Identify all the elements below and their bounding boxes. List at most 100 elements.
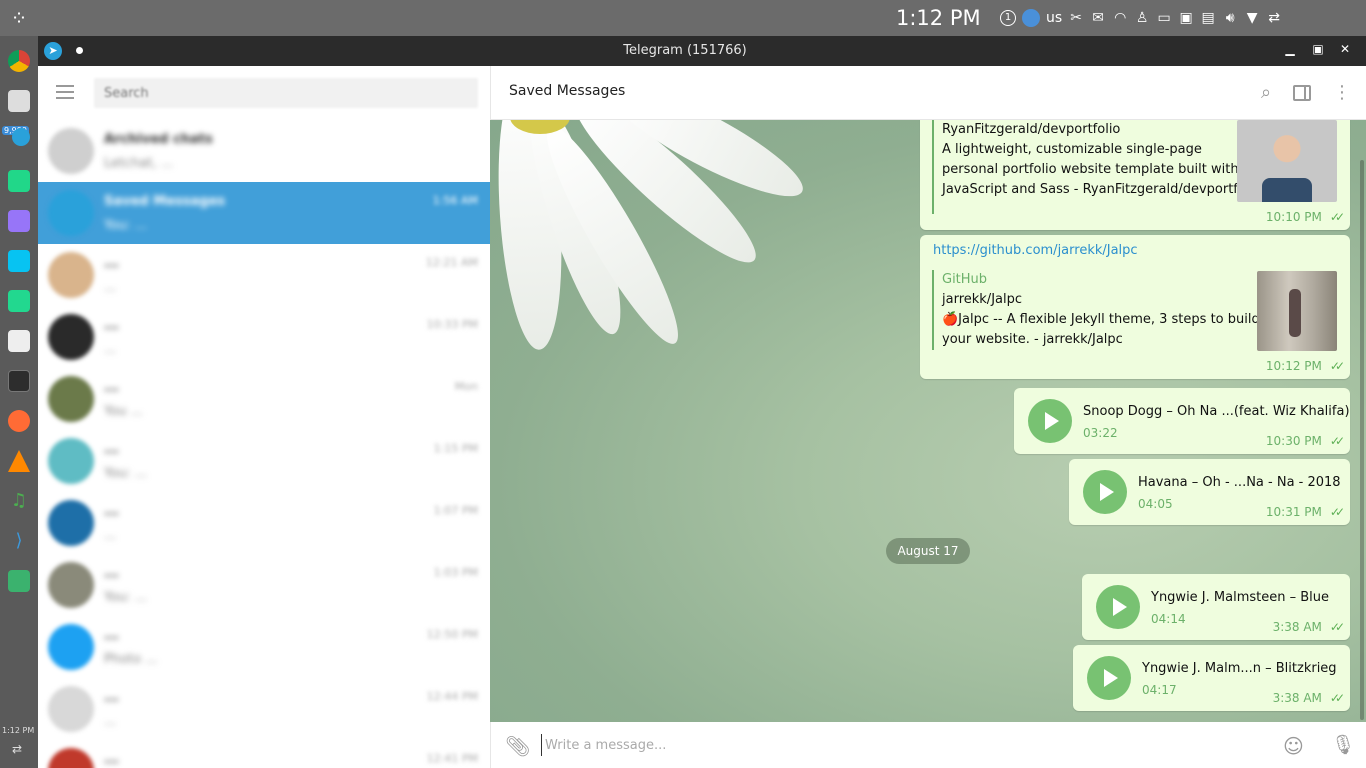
chat-list-item[interactable]: Saved Messages You: ... 1:56 AM — [38, 182, 490, 244]
audio-message[interactable]: Havana – Oh - ...Na - Na - 2018 04:05 10… — [1069, 459, 1350, 525]
chat-preview: Photo ... — [104, 652, 158, 667]
maximize-icon[interactable]: ▣ — [1310, 42, 1326, 56]
chat-name: ... — [104, 504, 119, 519]
message-time: 10:12 PM — [1265, 359, 1322, 373]
vscode-app-icon[interactable]: ⟩ — [8, 530, 30, 552]
weather-icon[interactable] — [1022, 9, 1040, 27]
message-bubble[interactable]: https://github.com/jarrekk/Jalpc GitHub … — [920, 235, 1350, 379]
double-check-icon: ✓✓ — [1329, 359, 1345, 373]
play-icon[interactable] — [1083, 470, 1127, 514]
chat-list-item[interactable]: Archived chats Letchat, ... — [38, 120, 490, 182]
preview-text: A lightweight, customizable single-page — [942, 142, 1202, 157]
play-icon[interactable] — [1087, 656, 1131, 700]
chat-list-item[interactable]: ... Photo ... 12:50 PM — [38, 616, 490, 678]
battery-icon[interactable]: ▭ — [1156, 10, 1172, 26]
browser-app-icon[interactable] — [8, 410, 30, 432]
chat-list-item[interactable]: ... You ... Mon — [38, 368, 490, 430]
keyboard-layout-indicator[interactable]: us — [1046, 10, 1062, 26]
double-check-icon: ✓✓ — [1329, 434, 1345, 448]
wifi-icon[interactable]: ◠ — [1112, 10, 1128, 26]
audio-duration: 04:05 — [1138, 497, 1173, 511]
link-preview[interactable]: GitHub jarrekk/Jalpc 🍎Jalpc -- A flexibl… — [932, 270, 1260, 350]
preview-text: your website. - jarrekk/Jalpc — [942, 332, 1123, 347]
menu-icon[interactable] — [56, 85, 74, 99]
audio-message[interactable]: Yngwie J. Malmsteen – Blue 04:14 3:38 AM… — [1082, 574, 1350, 640]
chat-list-item[interactable]: ......12:41 PM — [38, 740, 490, 768]
datagrip-app-icon[interactable] — [8, 210, 30, 232]
document-app-icon[interactable] — [8, 330, 30, 352]
chat-list-item[interactable]: ...... 1:07 PM — [38, 492, 490, 554]
preview-thumbnail[interactable] — [1257, 271, 1337, 351]
message-time: 3:38 AM — [1272, 691, 1322, 705]
switch-icon[interactable]: ⇄ — [1266, 10, 1282, 26]
chat-list-item[interactable]: ...... 12:44 PM — [38, 678, 490, 740]
mic-icon[interactable]: 🎙︎ — [1331, 733, 1355, 756]
tools-icon[interactable]: ✂ — [1068, 10, 1084, 26]
message-bubble[interactable]: RyanFitzgerald/devportfolio A lightweigh… — [920, 120, 1350, 230]
play-icon[interactable] — [1096, 585, 1140, 629]
chat-list-item[interactable]: ...... 10:33 PM — [38, 306, 490, 368]
launcher-switch-icon[interactable]: ⇄ — [12, 742, 22, 756]
more-icon[interactable]: ⋮ — [1331, 82, 1353, 104]
webstorm-app-icon[interactable] — [8, 250, 30, 272]
link-preview[interactable]: RyanFitzgerald/devportfolio A lightweigh… — [932, 120, 1249, 214]
message-link[interactable]: https://github.com/jarrekk/Jalpc — [933, 243, 1138, 258]
play-icon[interactable] — [1028, 399, 1072, 443]
audio-title: Yngwie J. Malm...n – Blitzkrieg — [1142, 661, 1337, 676]
audio-message[interactable]: Yngwie J. Malm...n – Blitzkrieg 04:17 3:… — [1073, 645, 1350, 711]
attach-icon[interactable]: 📎︎ — [505, 734, 530, 758]
chat-list-item[interactable]: ... You: ... 1:15 PM — [38, 430, 490, 492]
audio-duration: 04:14 — [1151, 612, 1186, 626]
emoji-icon[interactable]: ☺ — [1283, 734, 1304, 758]
chat-time: 12:50 PM — [426, 628, 478, 641]
user-icon[interactable]: ♙ — [1134, 10, 1150, 26]
clion-app-icon[interactable] — [8, 290, 30, 312]
message-time: 3:38 AM — [1272, 620, 1322, 634]
chat-list-item[interactable]: ... You: ... 1:03 PM — [38, 554, 490, 616]
close-icon[interactable]: ✕ — [1337, 42, 1353, 56]
system-clock[interactable]: 1:12 PM — [896, 6, 981, 30]
double-check-icon: ✓✓ — [1329, 691, 1345, 705]
clipboard-icon[interactable]: ▤ — [1200, 10, 1216, 26]
search-input[interactable] — [94, 78, 478, 108]
sidebar-toggle-icon[interactable] — [1293, 85, 1311, 101]
chat-time: 1:15 PM — [433, 442, 478, 455]
pycharm-app-icon[interactable] — [8, 170, 30, 192]
dropdown-icon[interactable]: ▼ — [1244, 10, 1260, 26]
preview-title: jarrekk/Jalpc — [942, 292, 1022, 307]
vlc-app-icon[interactable] — [8, 450, 30, 472]
search-icon[interactable]: ⌕ — [1255, 82, 1277, 104]
chat-name: ... — [104, 256, 119, 271]
window-title-bar: ➤ Telegram (151766) ▁ ▣ ✕ — [38, 36, 1366, 66]
music-app-icon[interactable]: ♫ — [8, 490, 30, 512]
intellij-app-icon[interactable] — [8, 570, 30, 592]
message-time: 10:30 PM — [1265, 434, 1322, 448]
screenshot-icon[interactable]: ▣ — [1178, 10, 1194, 26]
telegram-app-icon[interactable] — [12, 128, 30, 146]
preview-title: RyanFitzgerald/devportfolio — [942, 122, 1121, 137]
double-check-icon: ✓✓ — [1329, 505, 1345, 519]
chat-name: ... — [104, 566, 119, 581]
volume-icon[interactable]: 🔊︎ — [1222, 10, 1238, 26]
audio-duration: 04:17 — [1142, 683, 1177, 697]
system-tray: 1 us ✂ ✉ ◠ ♙ ▭ ▣ ▤ 🔊︎ ▼ ⇄ — [1000, 8, 1282, 28]
minimize-icon[interactable]: ▁ — [1282, 42, 1298, 56]
audio-title: Snoop Dogg – Oh Na ...(feat. Wiz Khalifa… — [1083, 404, 1350, 419]
avatar — [48, 624, 94, 670]
terminal-app-icon[interactable] — [8, 370, 30, 392]
files-app-icon[interactable] — [8, 90, 30, 112]
chat-list-item[interactable]: ...... 12:21 AM — [38, 244, 490, 306]
scrollbar[interactable] — [1360, 160, 1364, 720]
mail-icon[interactable]: ✉ — [1090, 10, 1106, 26]
window-title: Telegram (151766) — [623, 43, 747, 58]
preview-thumbnail[interactable] — [1237, 120, 1337, 202]
notification-count-icon[interactable]: 1 — [1000, 10, 1016, 26]
audio-duration: 03:22 — [1083, 426, 1118, 440]
ubuntu-logo-icon[interactable]: ⁘ — [6, 5, 32, 31]
chat-title[interactable]: Saved Messages — [509, 83, 625, 99]
chrome-app-icon[interactable] — [8, 50, 30, 72]
chat-time: 12:44 PM — [426, 690, 478, 703]
message-input[interactable] — [541, 734, 1261, 756]
audio-message[interactable]: Snoop Dogg – Oh Na ...(feat. Wiz Khalifa… — [1014, 388, 1350, 454]
launcher-clock: 1:12 PM — [2, 726, 35, 735]
